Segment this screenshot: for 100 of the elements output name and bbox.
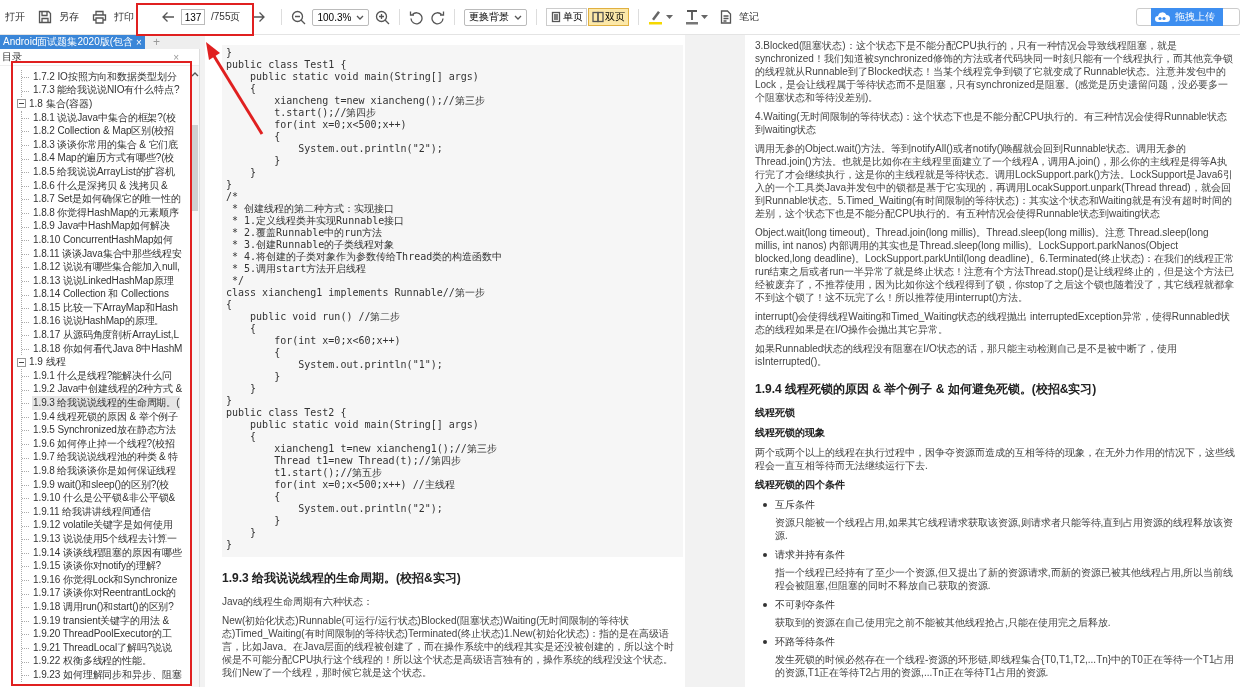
outline-item[interactable]: 1.9.3 给我说说线程的生命周期。( bbox=[32, 396, 181, 411]
paragraph: Object.wait(long timeout)。Thread.join(long millis)。Thread.sleep(long millis)。注意 Thread.sleep(long millis, int nanos) 内部调用的其实也是Thread.sleep(long millis)。LockSupport.parkNanos(Object blocked,long deadline)。LockSupport.parkUntil(long deadline)。6.Terminated(终止状态)：在我们的线程正常run结束之后或者run一半异常了就是终止状态！注意有个方法Thread.stop()是让线程终止的，但是这个方法已经被废弃了，不推荐使用，因为比如你这个线程得到了锁，你stop了之后这个锁也随着没了，其它线程就都拿不到这个锁了！这不玩完了么！所以推荐使用interrupt()方法。 bbox=[755, 226, 1236, 304]
outline-item[interactable]: 1.8.18 你如何看代Java 8中HashM bbox=[32, 341, 184, 356]
outline-item[interactable]: 1.8.12 说说有哪些集合能加入null, bbox=[32, 260, 181, 275]
paragraph: 4.Waiting(无时间限制的等待状态)：这个状态下也是不能分配CPU执行的。有三种情况会使得Runnable状态到waiting状态 bbox=[755, 110, 1228, 136]
outline-item[interactable]: 1.7.2 IO按照方向和数据类型划分 bbox=[32, 69, 178, 84]
subheading: 线程死锁 bbox=[755, 406, 796, 420]
open-button[interactable]: 打开 bbox=[4, 8, 26, 26]
highlighter-icon[interactable] bbox=[648, 9, 665, 25]
outline-item[interactable]: 1.8.6 什么是深拷贝 & 浅拷贝 & bbox=[32, 178, 169, 193]
outline-item[interactable]: 1.8.17 从源码角度剖析ArrayList,L bbox=[32, 328, 180, 343]
outline-item[interactable]: 1.8.14 Collection 和 Collections bbox=[32, 287, 170, 302]
outline-item[interactable]: 1.9.16 你觉得Lock和Synchronize bbox=[32, 572, 179, 587]
outline-item[interactable]: 1.8.8 你觉得HashMap的元素顺序 bbox=[32, 205, 180, 220]
outline-item[interactable]: 1.9.13 说说使用5个线程去计算一 bbox=[32, 532, 179, 546]
bullet-icon bbox=[763, 503, 767, 507]
outline-item[interactable]: 1.9.15 谈谈你对notify的理解? bbox=[32, 559, 162, 574]
paragraph: interrupt()会使得线程Waiting和Timed_Waiting状态的线程抛出 interruptedException异常，使得Runnabled状态的线程如果是在I/O操作会抛出其它异常。 bbox=[755, 310, 1232, 336]
outline-item[interactable]: 1.8.16 说说HashMap的原理。 bbox=[32, 314, 166, 329]
outline-item[interactable]: 1.8.4 Map的遍历方式有哪些?(校 bbox=[32, 151, 176, 166]
caret-icon[interactable] bbox=[666, 15, 674, 19]
outline-item[interactable]: 1.9.8 给我谈谈你是如何保证线程 bbox=[32, 464, 178, 478]
outline-item[interactable]: 1.9.9 wait()和sleep()的区别?(校 bbox=[32, 477, 171, 492]
outline-item[interactable]: 1.9.4 线程死锁的原因 & 举个例子 bbox=[32, 409, 180, 424]
outline-item[interactable]: 1.9.17 谈谈你对ReentrantLock的 bbox=[32, 586, 178, 601]
zoom-dropdown[interactable]: 100.3% bbox=[312, 8, 370, 26]
paragraph: 3.Blocked(阻塞状态)：这个状态下是不能分配CPU执行的，只有一种情况会导致线程阻塞，就是synchronized！我们知道被synchronized修饰的方法或者代码块同一时刻只能有一个线程执行，而其他竞争锁的线程就从Runnable到了Blocked状态！当某个线程竞争到锁了它就变成了Runnable状态。注意并发包中的Lock，是会让线程属于等待状态而不是阻塞，只有synchronized是阻塞。(感觉是历史遗留问题，没必要多一个阻塞状态和等待没差别)。 bbox=[755, 39, 1234, 104]
scroll-up-icon[interactable] bbox=[191, 72, 199, 77]
print-icon[interactable] bbox=[92, 10, 107, 24]
outline-item[interactable]: 1.8.7 Set是如何确保它的唯一性的 bbox=[32, 192, 183, 207]
outline-item[interactable]: 1.9.19 transient关键字的用法 & bbox=[32, 613, 170, 628]
close-tab-button[interactable]: × bbox=[136, 36, 142, 48]
outline-item[interactable]: 1.9.6 如何停止掉一个线程?(校招 bbox=[32, 436, 176, 451]
outline-item[interactable]: 1.8.10 ConcurrentHashMap如何 bbox=[32, 232, 175, 247]
outline-item[interactable]: 1.8.11 谈谈Java集合中那些线程安 bbox=[32, 246, 183, 261]
outline-item[interactable]: 1.8.3 谈谈你常用的集合 & 它们底 bbox=[32, 137, 180, 152]
zoom-in-icon[interactable] bbox=[375, 9, 391, 25]
subheading: 线程死锁的四个条件 bbox=[755, 478, 846, 492]
outline-item[interactable]: 1.8.13 说说LinkedHashMap原理 bbox=[32, 273, 175, 288]
text-color-icon[interactable] bbox=[685, 9, 700, 25]
rotate-left-icon[interactable] bbox=[409, 9, 425, 25]
outline-item[interactable]: 1.9.11 给我讲讲线程间通信 bbox=[32, 504, 153, 519]
page-number-field[interactable]: 137 bbox=[181, 9, 205, 25]
outline-item[interactable]: 1.9.7 给我说说线程池的种类 & 特 bbox=[32, 450, 180, 465]
bullet-icon bbox=[763, 640, 767, 644]
list-item-title: 不可剥夺条件 bbox=[775, 598, 835, 612]
two-page-icon bbox=[592, 11, 605, 23]
document-tab[interactable]: Android面试题集2020版(包含 × bbox=[0, 35, 145, 49]
outline-item[interactable]: 1.9.14 谈谈线程阻塞的原因有哪些 bbox=[32, 545, 183, 560]
paragraph: 指一个线程已经持有了至少一个资源,但又提出了新的资源请求,而新的资源已被其他线程占用,所以当前线程会被阻塞,但阻塞的同时不释放自己获取的资源. bbox=[774, 566, 1235, 592]
paragraph: Java的线程生命周期有六种状态： bbox=[222, 595, 375, 608]
outline-item[interactable]: 1.7.3 能给我说说NIO有什么特点? bbox=[32, 83, 181, 98]
outline-item[interactable]: 1.8.2 Collection & Map区别(校招 bbox=[32, 124, 176, 139]
paragraph: New(初始化状态)Runnable(可运行/运行状态)Blocked(阻塞状态)Waiting(无时间限制的等待状态)Timed_Waiting(有时间限制的等待状态)Terminated(终止状态)1.New(初始化状态)：指的是在高级语言，比如Java。在Java层面的线程被创建了，而在操作系统中的线程其实是还没被创建的，所以这个时候是不可能分配CPU执行这个线程的！所以这个状态是高级语言独有的，操作系统的线程没这个状态。我们New了一个线程，那时候它就是这个状态。 bbox=[222, 614, 676, 679]
outline-item[interactable]: 1.9.23 如何理解同步和异步、阻塞 bbox=[32, 667, 183, 682]
arrow-right-icon[interactable] bbox=[252, 11, 267, 23]
paragraph: 两个或两个以上的线程在执行过程中，因争夺资源而造成的互相等待的现象，在无外力作用的情况下，这些线程会一直互相等待而无法继续运行下去. bbox=[755, 446, 1236, 472]
paragraph: 如果Runnabled状态的线程没有阻塞在I/O状态的话，那只能主动检测自己是不是被中断了，使用isInterrupted()。 bbox=[755, 342, 1178, 368]
outline-item[interactable]: 1.9.12 volatile关键字是如何使用 bbox=[32, 518, 174, 533]
bullet-icon bbox=[763, 603, 767, 607]
cloud-icon bbox=[1154, 11, 1170, 23]
caret-icon bbox=[514, 14, 523, 20]
outline-item[interactable]: 1.8.5 给我说说ArrayList的扩容机 bbox=[32, 164, 177, 179]
outline-item[interactable]: 1.8.15 比较一下ArrayMap和Hash bbox=[32, 300, 179, 315]
outline-item[interactable]: 1.9.2 Java中创建线程的2种方式 & bbox=[32, 382, 183, 397]
bullet-icon bbox=[763, 553, 767, 557]
page-icon bbox=[550, 11, 563, 23]
subheading: 线程死锁的现象 bbox=[755, 426, 826, 440]
outline-item[interactable]: 1.9.22 权衡多线程的性能。 bbox=[32, 654, 153, 669]
note-button[interactable]: 笔记 bbox=[738, 8, 761, 26]
list-item-title: 请求并持有条件 bbox=[775, 548, 845, 562]
outline-item[interactable]: 1.9.1 什么是线程?能解决什么问 bbox=[32, 368, 173, 383]
print-button[interactable]: 打印 bbox=[113, 8, 135, 26]
view-mode-button[interactable]: 单页 bbox=[546, 8, 588, 26]
outline-item[interactable]: 1.9.10 什么是公平锁&非公平锁& bbox=[32, 491, 177, 506]
rotate-right-icon[interactable] bbox=[430, 9, 446, 25]
outline-item[interactable]: 1.8.1 说说Java中集合的框架?(校 bbox=[32, 110, 177, 125]
collapse-icon[interactable] bbox=[17, 357, 26, 367]
caret-icon[interactable] bbox=[701, 15, 709, 19]
panel-title: 目录 bbox=[2, 50, 22, 64]
outline-item[interactable]: 1.8 集合(容器) bbox=[29, 97, 93, 111]
background-dropdown[interactable]: 更换背景 bbox=[464, 8, 528, 26]
outline-item[interactable]: 1.9.18 调用run()和start()的区别? bbox=[32, 599, 175, 614]
list-item-title: 互斥条件 bbox=[775, 498, 815, 512]
list-item-title: 环路等待条件 bbox=[775, 635, 835, 649]
note-icon[interactable] bbox=[720, 10, 733, 24]
scrollbar-thumb[interactable] bbox=[192, 125, 198, 211]
outline-item[interactable]: 1.9 线程 bbox=[29, 355, 66, 370]
save-icon[interactable] bbox=[38, 10, 52, 24]
zoom-out-icon[interactable] bbox=[291, 9, 307, 25]
view-mode-button[interactable]: 双页 bbox=[588, 8, 630, 26]
save-as-button[interactable]: 另存 bbox=[58, 8, 80, 26]
collapse-icon[interactable] bbox=[17, 99, 26, 109]
outline-item[interactable]: 1.9.20 ThreadPoolExecutor的工 bbox=[32, 627, 173, 642]
outline-item[interactable]: 1.9.5 Synchronized放在静态方法 bbox=[32, 423, 178, 438]
caret-icon bbox=[356, 14, 365, 20]
scrollbar[interactable] bbox=[191, 66, 199, 687]
arrow-left-icon[interactable] bbox=[161, 11, 175, 23]
outline-item[interactable]: 1.9.21 ThreadLocal了解吗?说说 bbox=[32, 640, 174, 655]
outline-item[interactable]: 1.8.9 Java中HashMap如何解决 bbox=[32, 219, 171, 234]
